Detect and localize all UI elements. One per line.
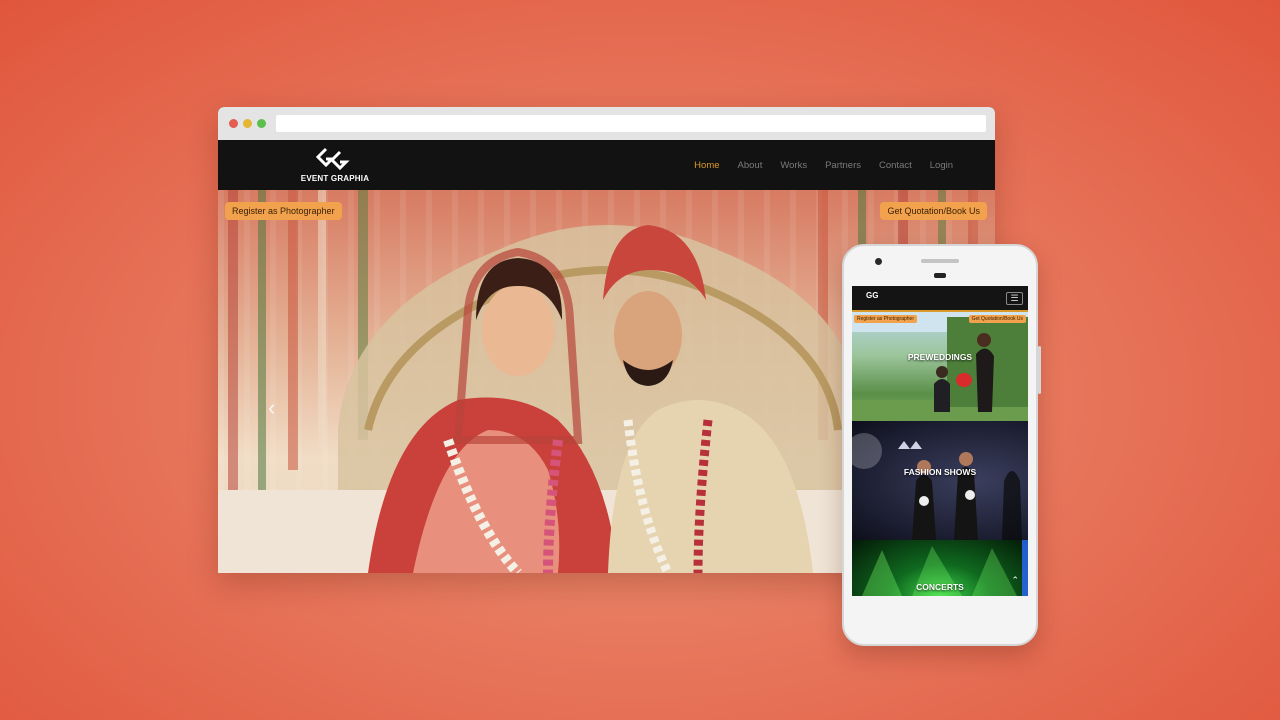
logo-mark-icon bbox=[315, 147, 350, 171]
mobile-section-concerts[interactable]: CONCERTS ⌃ bbox=[852, 540, 1028, 596]
preweddings-label: PREWEDDINGS bbox=[907, 352, 973, 362]
phone-screen: GG ☰ Register as Photographer Get Quotat… bbox=[852, 286, 1028, 596]
fashion-show-photo bbox=[852, 433, 1022, 540]
nav-contact[interactable]: Contact bbox=[879, 160, 912, 171]
mobile-quote-button[interactable]: Get Quotation/Book Us bbox=[968, 315, 1026, 323]
phone-sensor bbox=[934, 273, 946, 278]
mobile-navbar: GG ☰ bbox=[852, 286, 1028, 312]
mobile-section-fashion-shows[interactable]: FASHION SHOWS bbox=[852, 421, 1028, 540]
site-navbar: EVENT GRAPHIA Home About Works Partners … bbox=[218, 140, 995, 190]
nav-partners[interactable]: Partners bbox=[825, 160, 861, 171]
register-photographer-button[interactable]: Register as Photographer bbox=[225, 202, 342, 220]
nav-login[interactable]: Login bbox=[930, 160, 953, 171]
mobile-logo[interactable]: GG bbox=[866, 291, 878, 300]
fashion-shows-label: FASHION SHOWS bbox=[903, 467, 977, 477]
phone-mockup: GG ☰ Register as Photographer Get Quotat… bbox=[842, 244, 1041, 646]
nav-links: Home About Works Partners Contact Login bbox=[694, 140, 953, 190]
hamburger-menu-icon[interactable]: ☰ bbox=[1006, 292, 1023, 305]
minimize-window-dot bbox=[243, 119, 252, 128]
concerts-label: CONCERTS bbox=[916, 582, 964, 592]
scroll-top-icon[interactable]: ⌃ bbox=[1011, 575, 1019, 586]
mobile-register-button[interactable]: Register as Photographer bbox=[854, 315, 917, 323]
browser-chrome bbox=[218, 107, 995, 141]
prewedding-photo bbox=[852, 312, 1028, 421]
phone-side-button bbox=[1038, 346, 1041, 394]
nav-works[interactable]: Works bbox=[780, 160, 807, 171]
maximize-window-dot bbox=[257, 119, 266, 128]
phone-camera-icon bbox=[875, 258, 882, 265]
address-bar bbox=[276, 115, 986, 132]
nav-about[interactable]: About bbox=[738, 160, 763, 171]
nav-home[interactable]: Home bbox=[694, 160, 719, 171]
carousel-prev-icon[interactable]: ‹ bbox=[268, 395, 275, 421]
get-quotation-button[interactable]: Get Quotation/Book Us bbox=[880, 202, 987, 220]
phone-speaker bbox=[921, 259, 959, 263]
mobile-section-preweddings[interactable]: Register as Photographer Get Quotation/B… bbox=[852, 312, 1028, 421]
logo-wordmark: EVENT GRAPHIA bbox=[300, 174, 370, 183]
promo-stage: EVENT GRAPHIA Home About Works Partners … bbox=[0, 0, 1280, 720]
site-logo[interactable]: EVENT GRAPHIA bbox=[298, 144, 372, 188]
close-window-dot bbox=[229, 119, 238, 128]
